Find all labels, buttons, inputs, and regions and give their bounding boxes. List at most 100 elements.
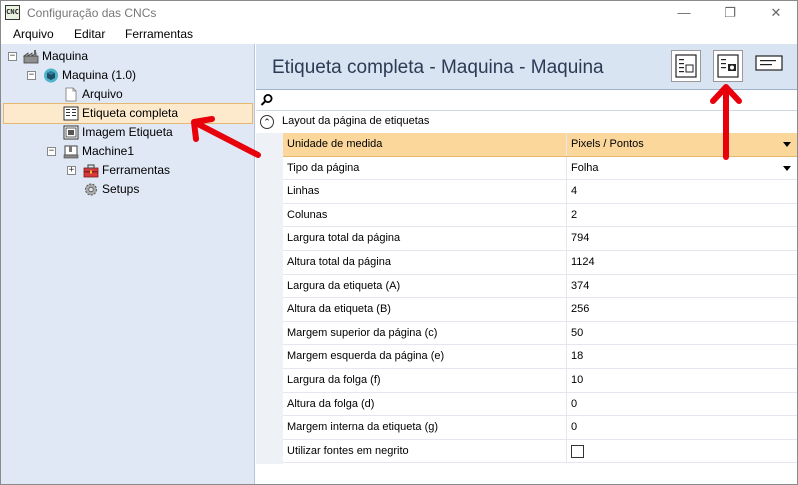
tree-label: Imagem Etiqueta	[82, 125, 173, 139]
column-divider	[566, 392, 567, 416]
property-value[interactable]: 50	[571, 327, 583, 339]
cnc-machine-icon	[63, 145, 79, 159]
property-value[interactable]: 374	[571, 280, 589, 292]
column-divider	[566, 274, 567, 298]
category-label: Layout da página de etiquetas	[282, 115, 430, 127]
property-name: Altura da folga (d)	[287, 397, 375, 410]
property-name: Unidade de medida	[287, 138, 383, 150]
gear-icon	[85, 183, 97, 196]
property-name: Colunas	[287, 208, 328, 221]
tree-item-etiqueta-completa[interactable]: Etiqueta completa	[1, 104, 251, 123]
category-row[interactable]: ⌃ Layout da página de etiquetas	[256, 111, 797, 133]
property-name: Altura da etiqueta (B)	[287, 303, 391, 316]
tree-label: Arquivo	[82, 87, 123, 101]
property-row-tipo-pagina[interactable]: Tipo da página Folha	[283, 156, 797, 181]
property-row-altura-total[interactable]: Altura total da página 1124	[283, 251, 797, 275]
property-value[interactable]: 1124	[571, 256, 595, 268]
property-row-margem-interna[interactable]: Margem interna da etiqueta (g) 0	[283, 416, 797, 440]
property-name: Largura total da página	[287, 232, 401, 245]
tree-item-machine1[interactable]: − Machine1	[1, 142, 251, 161]
property-row-margem-esquerda[interactable]: Margem esquerda da página (e) 18	[283, 345, 797, 369]
column-divider	[566, 203, 567, 227]
column-divider	[566, 133, 567, 156]
tree-item-imagem-etiqueta[interactable]: Imagem Etiqueta	[1, 123, 251, 142]
collapse-icon[interactable]: −	[47, 147, 56, 156]
property-value[interactable]: 256	[571, 303, 589, 315]
minimize-button[interactable]: —	[661, 1, 707, 25]
label-sheet-icon	[63, 106, 79, 121]
property-name: Margem superior da página (c)	[287, 326, 438, 339]
column-divider	[566, 345, 567, 368]
document-icon	[65, 87, 77, 102]
column-divider	[566, 369, 567, 392]
property-row-fontes-negrito[interactable]: Utilizar fontes em negrito	[283, 439, 797, 464]
property-value[interactable]: 0	[571, 398, 577, 410]
close-button[interactable]: ✕	[753, 1, 798, 25]
main-window: CNC Configuração das CNCs — ❐ ✕ Arquivo …	[0, 0, 798, 485]
property-row-altura-folga[interactable]: Altura da folga (d) 0	[283, 392, 797, 417]
property-row-altura-etiqueta[interactable]: Altura da etiqueta (B) 256	[283, 298, 797, 322]
window-title: Configuração das CNCs	[27, 6, 157, 20]
property-name: Largura da folga (f)	[287, 374, 381, 386]
tree-item-ferramentas[interactable]: + Ferramentas	[1, 161, 251, 180]
content-panel: Etiqueta completa - Maquina - Maquina ⌃ …	[256, 44, 797, 484]
collapse-icon[interactable]: −	[8, 52, 17, 61]
tree-label: Maquina (1.0)	[62, 68, 137, 82]
collapse-icon[interactable]: −	[27, 71, 36, 80]
maximize-button[interactable]: ❐	[707, 1, 753, 25]
property-value[interactable]: 794	[571, 232, 589, 244]
label-image-icon	[717, 54, 739, 78]
property-name: Largura da etiqueta (A)	[287, 279, 401, 292]
property-value[interactable]: 2	[571, 209, 577, 221]
single-label-view-button[interactable]	[754, 53, 784, 75]
label-image-view-button[interactable]	[713, 50, 743, 82]
dropdown-arrow-icon[interactable]	[783, 142, 791, 147]
property-name: Margem esquerda da página (e)	[287, 350, 445, 363]
property-value[interactable]: 18	[571, 350, 583, 362]
menu-ferramentas[interactable]: Ferramentas	[125, 27, 193, 41]
title-bar: CNC Configuração das CNCs — ❐ ✕	[1, 1, 797, 25]
menu-bar: Arquivo Editar Ferramentas	[1, 25, 797, 44]
tree-item-maquina-root[interactable]: − Maquina	[1, 47, 251, 66]
property-value-dropdown[interactable]: Pixels / Pontos	[571, 138, 644, 150]
property-name: Linhas	[287, 185, 320, 198]
tree-item-arquivo[interactable]: Arquivo	[1, 85, 251, 104]
page-title: Etiqueta completa - Maquina - Maquina	[272, 57, 604, 78]
menu-editar[interactable]: Editar	[74, 27, 105, 41]
property-row-largura-total[interactable]: Largura total da página 794	[283, 227, 797, 251]
property-name: Utilizar fontes em negrito	[287, 444, 409, 457]
app-icon: CNC	[5, 5, 20, 20]
dropdown-arrow-icon[interactable]	[783, 165, 791, 171]
property-value[interactable]: 10	[571, 374, 583, 386]
content-header: Etiqueta completa - Maquina - Maquina	[256, 44, 797, 88]
expand-icon[interactable]: +	[67, 166, 76, 175]
label-sheet-view-button[interactable]	[671, 50, 701, 82]
menu-arquivo[interactable]: Arquivo	[13, 27, 54, 41]
property-row-unidade[interactable]: Unidade de medida Pixels / Pontos	[283, 133, 797, 157]
property-row-largura-folga[interactable]: Largura da folga (f) 10	[283, 369, 797, 393]
tree-label: Ferramentas	[102, 163, 171, 177]
bold-fonts-checkbox[interactable]	[571, 444, 584, 458]
column-divider	[566, 156, 567, 180]
property-row-linhas[interactable]: Linhas 4	[283, 180, 797, 204]
single-label-icon	[755, 55, 783, 71]
tree-label: Maquina	[42, 49, 89, 63]
property-row-colunas[interactable]: Colunas 2	[283, 203, 797, 228]
factory-icon	[23, 50, 39, 64]
property-value[interactable]: 0	[571, 421, 577, 433]
tree-item-setups[interactable]: Setups	[1, 180, 251, 199]
category-collapse-icon[interactable]: ⌃	[260, 115, 274, 129]
tree-item-maquina-version[interactable]: − Maquina (1.0)	[1, 66, 251, 85]
property-value[interactable]: 4	[571, 185, 577, 197]
property-row-margem-superior[interactable]: Margem superior da página (c) 50	[283, 321, 797, 346]
property-name: Altura total da página	[287, 256, 391, 268]
search-bar[interactable]	[256, 89, 797, 111]
grid-margin	[256, 133, 283, 464]
column-divider	[566, 321, 567, 345]
property-name: Margem interna da etiqueta (g)	[287, 421, 439, 434]
search-icon	[260, 94, 273, 106]
tree-panel: − Maquina − Maquina (1.0) Arquivo Etique…	[1, 44, 255, 484]
property-value-dropdown[interactable]: Folha	[571, 162, 599, 174]
property-row-largura-etiqueta[interactable]: Largura da etiqueta (A) 374	[283, 274, 797, 299]
property-grid: ⌃ Layout da página de etiquetas Unidade …	[256, 111, 797, 484]
